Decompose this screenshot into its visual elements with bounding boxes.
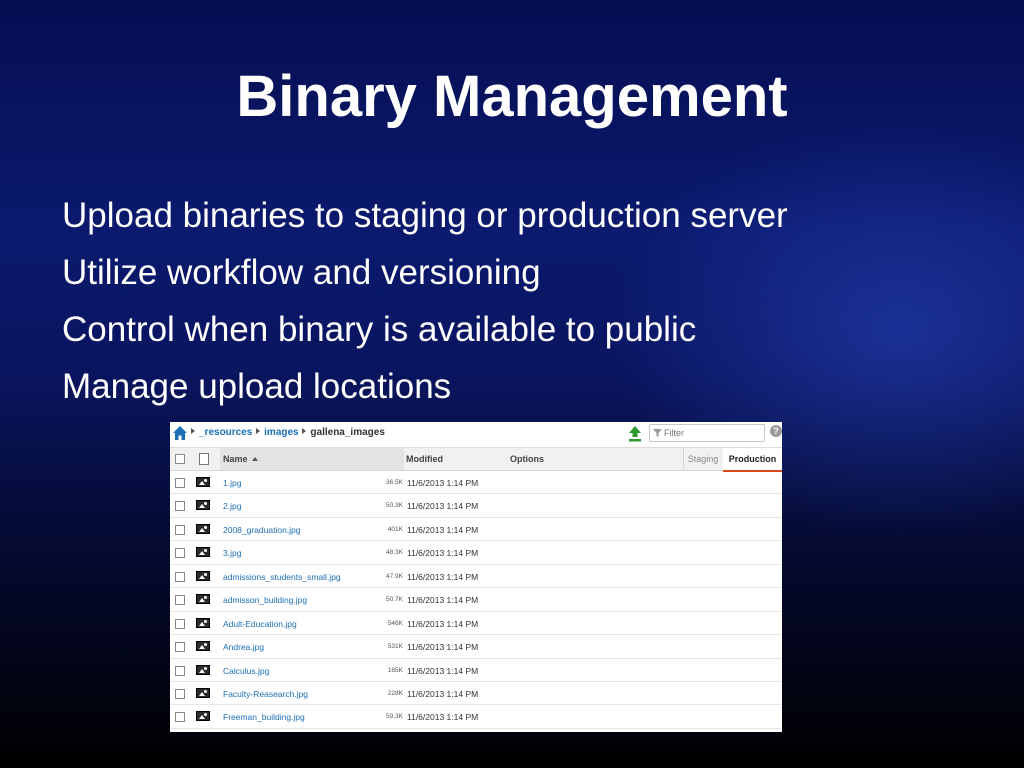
row-checkbox[interactable] [175, 571, 185, 582]
column-header-options: Options [510, 454, 544, 464]
table-row[interactable]: admissions_students_small.jpg 47.9K 11/6/2… [170, 565, 782, 589]
file-name-link[interactable]: 1.jpg [223, 478, 241, 488]
file-browser-screenshot: _resources images gallena_images ? Name … [170, 422, 782, 732]
table-row[interactable]: Calculus.jpg 165K 11/6/2013 1:14 PM [170, 659, 782, 682]
image-file-icon [196, 687, 210, 698]
chevron-right-icon [302, 428, 307, 434]
image-file-icon [196, 500, 210, 511]
file-name-link[interactable]: 2008_graduation.jpg [223, 525, 301, 535]
help-icon[interactable]: ? [770, 425, 782, 437]
table-row[interactable]: Adult-Education.jpg 546K 11/6/2013 1:14 PM [170, 612, 782, 636]
file-size: 50.7K [386, 596, 403, 604]
chevron-right-icon [191, 428, 195, 434]
upload-icon[interactable] [627, 425, 643, 442]
table-row[interactable]: Andrea.jpg 531K 11/6/2013 1:14 PM [170, 635, 782, 659]
file-modified: 11/6/2013 1:14 PM [407, 712, 479, 723]
bullet-item: Manage upload locations [62, 367, 452, 406]
file-size: 48.3K [386, 549, 403, 557]
file-modified: 11/6/2013 1:14 PM [407, 618, 479, 629]
row-checkbox[interactable] [175, 712, 185, 723]
browser-toolbar: _resources images gallena_images ? [170, 422, 782, 448]
file-size: 50.3K [386, 502, 403, 510]
file-size: 531K [387, 643, 403, 651]
sort-ascending-icon [251, 457, 258, 461]
file-size: 228K [387, 689, 403, 697]
image-file-icon [196, 594, 210, 605]
file-size: 165K [387, 666, 403, 674]
row-checkbox[interactable] [175, 501, 185, 512]
row-checkbox[interactable] [175, 665, 185, 676]
document-icon [199, 453, 209, 465]
file-modified: 11/6/2013 1:14 PM [407, 595, 479, 606]
file-modified: 11/6/2013 1:14 PM [407, 642, 479, 653]
file-modified: 11/6/2013 1:14 PM [407, 571, 479, 582]
file-name-link[interactable]: Calculus.jpg [223, 666, 269, 676]
file-size: 36.5K [386, 479, 403, 486]
image-file-icon [196, 477, 210, 487]
filter-icon [653, 429, 662, 437]
row-checkbox[interactable] [175, 478, 185, 488]
tab-production[interactable]: Production [723, 448, 782, 472]
file-name-link[interactable]: admissions_students_small.jpg [223, 572, 341, 582]
column-header-name[interactable]: Name [220, 448, 404, 470]
row-checkbox[interactable] [175, 595, 185, 606]
file-size: 47.9K [386, 572, 403, 580]
filter-input[interactable] [664, 426, 760, 439]
file-name-link[interactable]: Andrea.jpg [223, 642, 264, 652]
image-file-icon [196, 641, 210, 652]
table-row[interactable]: admisson_building.jpg 50.7K 11/6/2013 1:14… [170, 588, 782, 612]
select-all-checkbox[interactable] [175, 454, 185, 464]
image-file-icon [196, 523, 210, 534]
table-row[interactable]: 2008_graduation.jpg 401K 11/6/2013 1:14 PM [170, 518, 782, 542]
tab-staging[interactable]: Staging [683, 448, 722, 470]
file-modified: 11/6/2013 1:14 PM [407, 548, 479, 559]
table-row[interactable]: Faculty-Reasearch.jpg 228K 11/6/2013 1:14 … [170, 682, 782, 706]
breadcrumb-link-images[interactable]: images [264, 427, 298, 438]
slide-title: Binary Management [236, 64, 788, 129]
file-modified: 11/6/2013 1:14 PM [407, 665, 479, 676]
image-file-icon [196, 617, 210, 628]
file-name-link[interactable]: Freeman_building.jpg [223, 712, 305, 722]
file-size: 59.3K [386, 713, 403, 721]
bullet-list: Upload binaries to staging or production… [62, 187, 788, 415]
row-checkbox[interactable] [175, 524, 185, 535]
file-name-link[interactable]: 3.jpg [223, 548, 241, 558]
table-row[interactable]: 2.jpg 50.3K 11/6/2013 1:14 PM [170, 494, 782, 518]
chevron-right-icon [256, 428, 261, 434]
table-header: Name Modified Options Staging Production [170, 448, 782, 472]
image-file-icon [196, 570, 210, 581]
image-file-icon [196, 664, 210, 675]
file-name-link[interactable]: admisson_building.jpg [223, 595, 307, 605]
column-header-modified[interactable]: Modified [406, 448, 443, 470]
image-file-icon [196, 711, 210, 722]
breadcrumb-current: gallena_images [310, 427, 385, 438]
filter-box[interactable] [649, 424, 765, 442]
table-row[interactable]: 3.jpg 48.3K 11/6/2013 1:14 PM [170, 541, 782, 565]
file-modified: 11/6/2013 1:14 PM [407, 478, 479, 488]
table-row[interactable]: Freeman_building.jpg 59.3K 11/6/2013 1:14 … [170, 705, 782, 729]
bullet-item: Upload binaries to staging or production… [62, 196, 788, 235]
file-size: 546K [387, 619, 403, 627]
row-checkbox[interactable] [175, 548, 185, 559]
file-size: 401K [387, 525, 403, 533]
row-checkbox[interactable] [175, 688, 185, 699]
file-name-link[interactable]: Adult-Education.jpg [223, 619, 297, 629]
bullet-item: Control when binary is available to publ… [62, 310, 697, 349]
file-name-link[interactable]: Faculty-Reasearch.jpg [223, 689, 308, 699]
file-name-link[interactable]: 2.jpg [223, 501, 241, 511]
file-list: 1.jpg 36.5K 11/6/2013 1:14 PM 2.jpg 50.3K 11… [170, 471, 782, 729]
breadcrumb-link-resources[interactable]: _resources [199, 427, 252, 438]
file-modified: 11/6/2013 1:14 PM [407, 501, 479, 512]
row-checkbox[interactable] [175, 642, 185, 653]
table-row[interactable]: 1.jpg 36.5K 11/6/2013 1:14 PM [170, 471, 782, 495]
home-icon[interactable] [172, 425, 188, 441]
image-file-icon [196, 547, 210, 558]
file-modified: 11/6/2013 1:14 PM [407, 688, 479, 699]
bullet-item: Utilize workflow and versioning [62, 253, 541, 292]
column-header-name-label: Name [223, 454, 248, 464]
row-checkbox[interactable] [175, 618, 185, 629]
file-modified: 11/6/2013 1:14 PM [407, 524, 479, 535]
breadcrumb: _resources images gallena_images [190, 427, 385, 438]
